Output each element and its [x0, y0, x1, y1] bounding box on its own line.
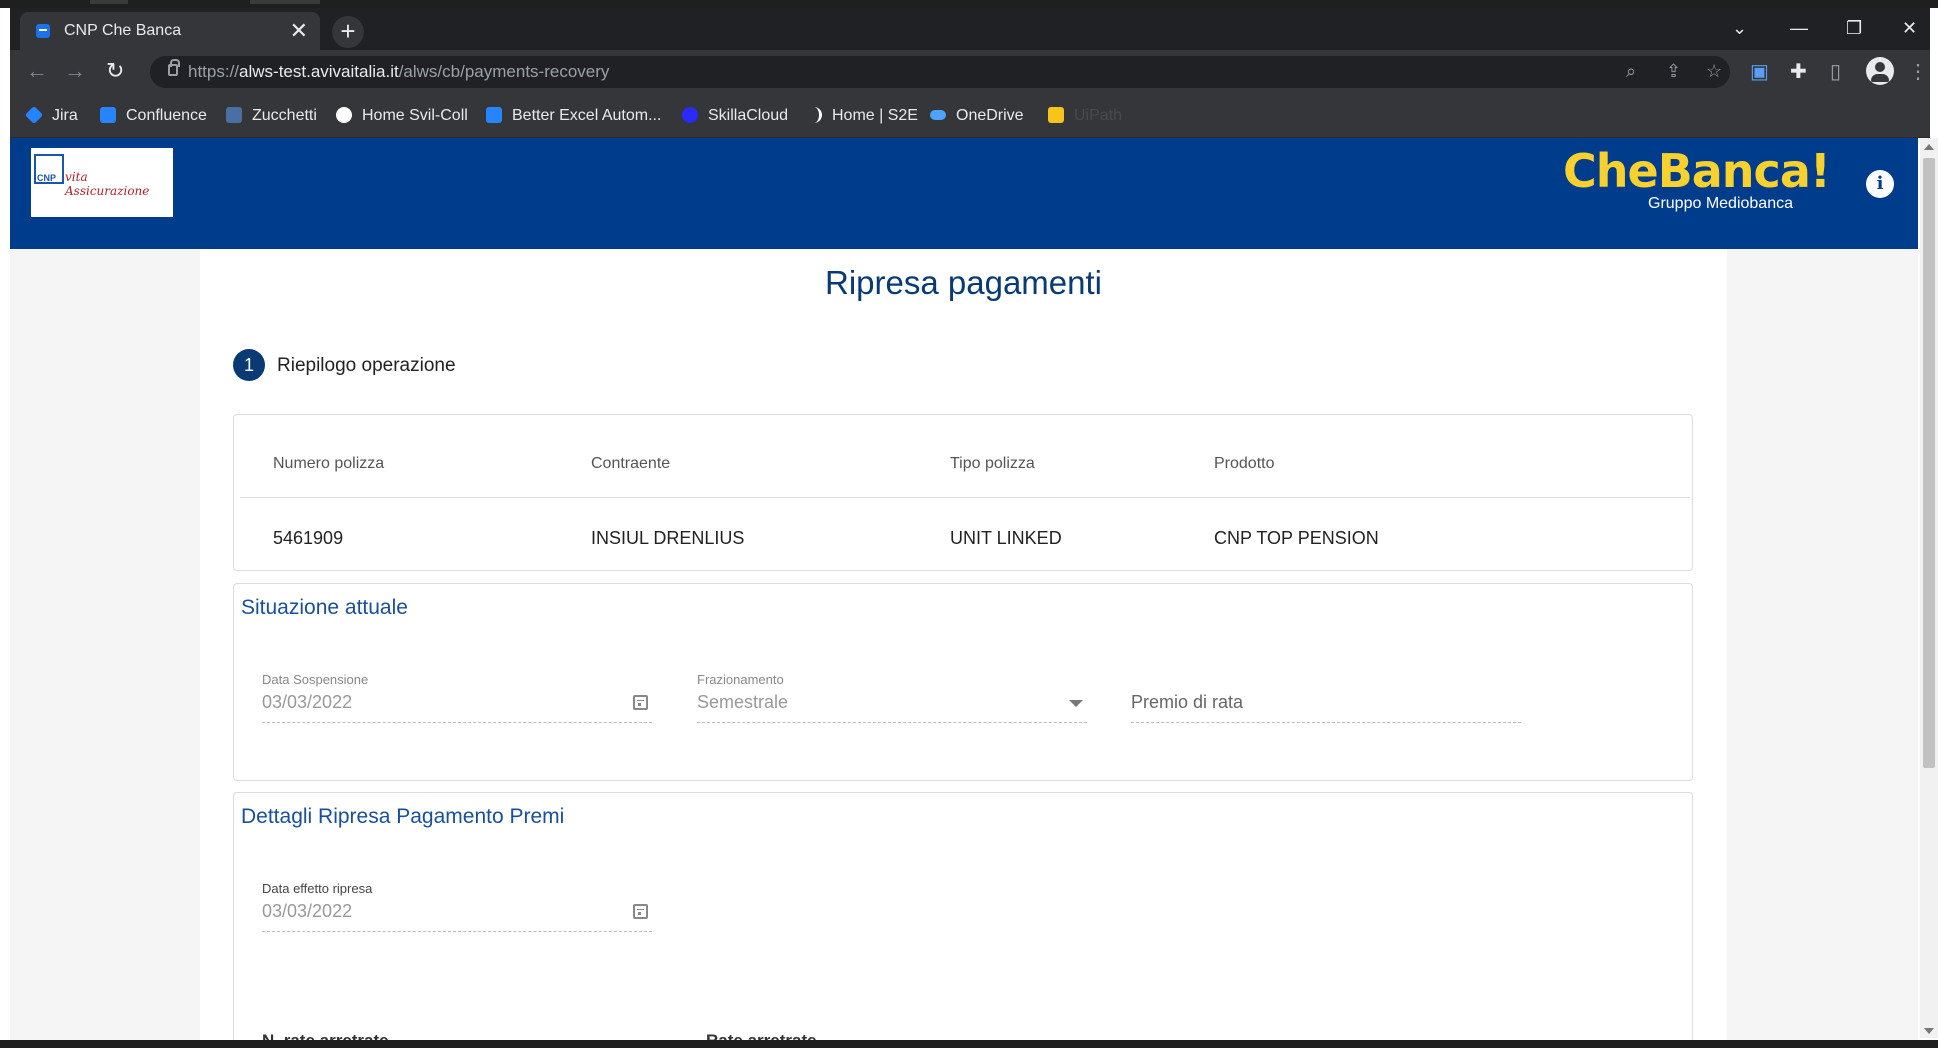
data-sospensione-label: Data Sospensione: [262, 672, 369, 687]
jira-icon: [24, 105, 44, 125]
profile-avatar-icon[interactable]: [1866, 57, 1894, 85]
cnp-vita-logo[interactable]: CNP vita Assicurazione: [31, 148, 173, 217]
confluence-icon: [100, 107, 116, 123]
cnp-logo-mark: CNP: [34, 154, 64, 184]
taskbar-mark: [250, 0, 320, 4]
zoom-icon[interactable]: ⌕: [1626, 61, 1636, 82]
browser-tab[interactable]: CNP Che Banca ✕: [20, 12, 320, 50]
tab-search-icon[interactable]: ⌄: [1732, 18, 1747, 39]
new-tab-button[interactable]: +: [332, 16, 364, 48]
forward-icon[interactable]: →: [64, 58, 86, 84]
gruppo-mediobanca-text: Gruppo Mediobanca: [1648, 195, 1793, 212]
share-icon[interactable]: ⇪: [1666, 61, 1681, 82]
calendar-icon[interactable]: [633, 695, 648, 710]
bookmark-home-svil-coll[interactable]: Home Svil-Coll: [336, 107, 468, 125]
field-underline: [262, 931, 652, 932]
lock-icon: [168, 59, 180, 76]
policy-summary-card: Numero polizza Contraente Tipo polizza P…: [233, 414, 1693, 571]
data-effetto-ripresa-field[interactable]: Data effetto ripresa 03/03/2022: [262, 881, 652, 941]
bookmark-better-excel[interactable]: Better Excel Autom...: [486, 107, 661, 125]
back-icon[interactable]: ←: [26, 58, 48, 84]
web-page: CNP vita Assicurazione CheBanca! Gruppo …: [10, 138, 1918, 1046]
s2e-icon: [806, 107, 822, 123]
value-prodotto: CNP TOP PENSION: [1214, 528, 1379, 548]
bookmarks-bar: Jira Confluence Zucchetti Home Svil-Coll…: [10, 94, 1930, 138]
summary-divider: [240, 497, 1690, 498]
main-content: Ripresa pagamenti 1 Riepilogo operazione…: [200, 249, 1727, 1046]
uipath-extension-icon[interactable]: ▣: [1750, 59, 1769, 84]
extensions-icon[interactable]: ✚: [1790, 59, 1807, 84]
data-effetto-ripresa-label: Data effetto ripresa: [262, 881, 373, 896]
value-contraente: INSIUL DRENLIUS: [591, 528, 745, 548]
bookmark-home-s2e[interactable]: Home | S2E: [806, 107, 918, 125]
bookmark-jira[interactable]: Jira: [24, 105, 78, 125]
taskbar-mark: [90, 0, 128, 4]
field-underline: [1131, 722, 1521, 723]
header-numero-polizza: Numero polizza: [273, 455, 385, 472]
header-contraente: Contraente: [591, 455, 671, 472]
minimize-icon[interactable]: —: [1790, 18, 1808, 39]
field-underline: [262, 722, 652, 723]
tab-favicon-icon: [36, 24, 50, 38]
side-panel-icon[interactable]: ▯: [1830, 59, 1841, 84]
premio-rata-placeholder: Premio di rata: [1131, 692, 1244, 712]
address-bar[interactable]: https://alws-test.avivaitalia.it/alws/cb…: [150, 56, 1730, 88]
bookmark-confluence[interactable]: Confluence: [100, 107, 207, 125]
value-numero-polizza: 5461909: [273, 528, 344, 548]
bookmark-skillacloud[interactable]: SkillaCloud: [682, 107, 788, 125]
skillacloud-icon: [682, 107, 698, 123]
calendar-icon[interactable]: [633, 904, 648, 919]
data-sospensione-field[interactable]: Data Sospensione 03/03/2022: [262, 672, 652, 732]
globe-icon: [336, 107, 352, 123]
zucchetti-icon: [226, 107, 242, 123]
menu-kebab-icon[interactable]: ⋮: [1908, 59, 1928, 84]
page-title: Ripresa pagamenti: [825, 264, 1102, 301]
site-header: CNP vita Assicurazione CheBanca! Gruppo …: [10, 138, 1918, 249]
info-icon[interactable]: i: [1866, 170, 1894, 198]
atlassian-icon: [486, 107, 502, 123]
tab-title: CNP Che Banca: [64, 22, 182, 39]
frazionamento-value: Semestrale: [697, 692, 789, 712]
scroll-up-icon[interactable]: [1924, 144, 1934, 150]
onedrive-icon: [930, 110, 946, 120]
value-tipo-polizza: UNIT LINKED: [950, 528, 1062, 548]
bookmark-zucchetti[interactable]: Zucchetti: [226, 107, 317, 125]
restore-icon[interactable]: ❐: [1846, 18, 1862, 39]
section-title-dettagli: Dettagli Ripresa Pagamento Premi: [241, 805, 565, 828]
scrollbar-thumb[interactable]: [1923, 158, 1935, 768]
url-text: https://alws-test.avivaitalia.it/alws/cb…: [188, 62, 610, 81]
field-underline: [697, 722, 1087, 723]
header-prodotto: Prodotto: [1214, 455, 1275, 472]
data-effetto-ripresa-value: 03/03/2022: [262, 901, 353, 921]
step-number-badge: 1: [233, 349, 265, 381]
page-scrollbar[interactable]: [1920, 138, 1938, 1038]
section-title-situazione: Situazione attuale: [241, 596, 408, 619]
bottom-taskbar-strip: [0, 1040, 1938, 1048]
dettagli-ripresa-card: Dettagli Ripresa Pagamento Premi Data ef…: [233, 792, 1693, 1046]
frazionamento-label: Frazionamento: [697, 672, 784, 687]
scroll-down-icon[interactable]: [1924, 1028, 1934, 1034]
cnp-logo-script: vita Assicurazione: [65, 170, 150, 198]
tab-close-icon[interactable]: ✕: [290, 18, 308, 44]
header-tipo-polizza: Tipo polizza: [950, 455, 1035, 472]
tab-bar: CNP Che Banca ✕ + ⌄ — ❐ ✕: [10, 8, 1930, 50]
browser-toolbar: ← → ↻ https://alws-test.avivaitalia.it/a…: [10, 50, 1930, 94]
data-sospensione-value: 03/03/2022: [262, 692, 353, 712]
situazione-attuale-card: Situazione attuale Data Sospensione 03/0…: [233, 583, 1693, 781]
folder-icon: [1048, 107, 1064, 123]
bookmark-onedrive[interactable]: OneDrive: [930, 107, 1024, 125]
step-label: Riepilogo operazione: [277, 355, 456, 376]
browser-chrome: CNP Che Banca ✕ + ⌄ — ❐ ✕ ← → ↻ https://…: [10, 8, 1930, 138]
bookmark-uipath[interactable]: UiPath: [1048, 107, 1122, 125]
top-taskbar-strip: [0, 0, 1938, 8]
window-close-icon[interactable]: ✕: [1902, 18, 1917, 39]
premio-rata-input[interactable]: Premio di rata: [1131, 672, 1521, 732]
dropdown-caret-icon[interactable]: [1069, 700, 1083, 707]
reload-icon[interactable]: ↻: [106, 58, 124, 84]
chebanca-logo: CheBanca!: [1563, 144, 1831, 198]
bookmark-star-icon[interactable]: ☆: [1706, 61, 1722, 82]
frazionamento-select[interactable]: Frazionamento Semestrale: [697, 672, 1087, 732]
